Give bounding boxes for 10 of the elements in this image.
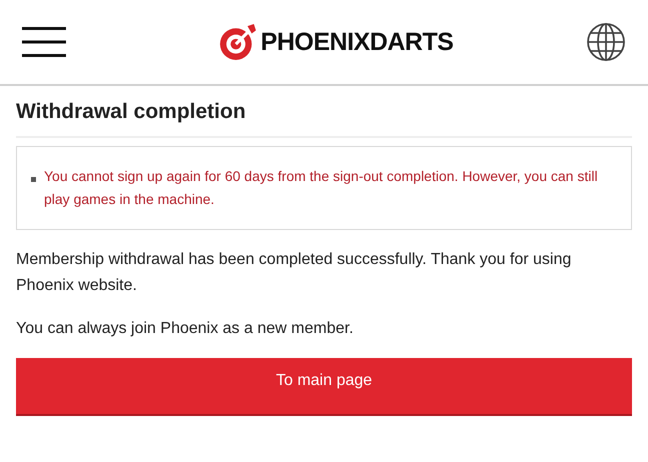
message-text: Membership withdrawal has been completed successfully. Thank you for using Phoenix website. (16, 250, 572, 296)
page-title: Withdrawal completion (16, 86, 632, 138)
message-text: You can always join Phoenix as a new member. (16, 319, 354, 339)
globe-icon[interactable] (586, 22, 626, 62)
brand-name[interactable]: PHOENIXDARTS (260, 28, 454, 56)
dartboard-icon (218, 23, 257, 61)
menu-icon[interactable] (22, 27, 66, 57)
bullet-icon (31, 177, 36, 182)
main-page-button[interactable]: To main page (16, 358, 632, 416)
notice-text: You cannot sign up again for 60 days from the sign-out completion. However, you can still play games in the machine. (44, 167, 599, 209)
